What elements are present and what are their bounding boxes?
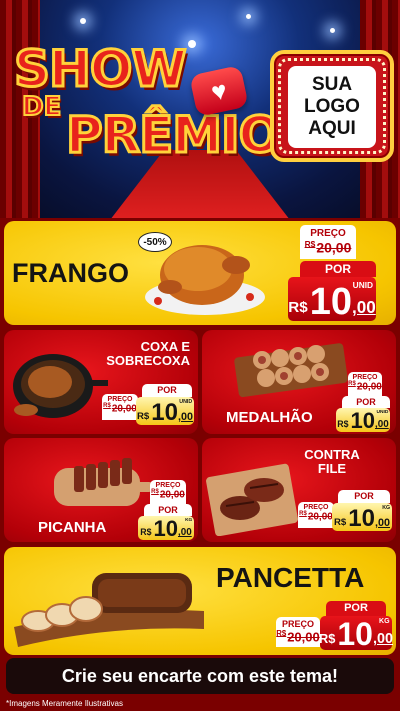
new-price: R$ 10,00 KG bbox=[138, 516, 194, 540]
light-sparkle bbox=[330, 28, 335, 33]
light-sparkle bbox=[188, 40, 196, 48]
discount-badge: -50% bbox=[138, 232, 172, 252]
por-label: POR bbox=[300, 261, 376, 277]
title-de: DE bbox=[21, 91, 62, 123]
contrafile-board-image bbox=[206, 463, 298, 536]
old-price-box: PREÇO R$20,00 bbox=[102, 394, 138, 420]
product-name: PANCETTA bbox=[216, 562, 365, 593]
old-price-box: PREÇO R$20,00 bbox=[300, 225, 356, 259]
por-label: POR bbox=[342, 396, 390, 408]
logo-placeholder[interactable]: SUA LOGO AQUI bbox=[270, 50, 394, 162]
product-card-frango[interactable]: FRANGO PREÇO R$20,00 POR R$ 10,00 UNID bbox=[4, 221, 396, 325]
disclaimer-text: *Imagens Meramente Ilustrativas bbox=[6, 699, 123, 708]
product-name: COXA E SOBRECOXA bbox=[106, 339, 190, 368]
por-label: POR bbox=[338, 490, 390, 503]
cta-text: Crie seu encarte com este tema! bbox=[61, 665, 339, 686]
medallion-skewers-image bbox=[234, 343, 348, 398]
old-price-box: PREÇO R$20,00 bbox=[298, 502, 334, 528]
old-price-box: PREÇO R$20,00 bbox=[348, 372, 382, 396]
pancetta-board-image bbox=[14, 573, 204, 647]
logo-text-line2: LOGO bbox=[304, 96, 360, 117]
por-label: POR bbox=[144, 504, 192, 516]
chicken-leg-pan-image bbox=[13, 354, 108, 418]
header-banner: SHOW DE PRÊMIOS ♥ SUA LOGO AQUI bbox=[0, 0, 400, 218]
product-card-medalhao[interactable]: MEDALHÃO PREÇO R$20,00 POR R$ 10,00 UNID bbox=[202, 330, 396, 434]
light-sparkle bbox=[246, 14, 251, 19]
product-name: PICANHA bbox=[38, 519, 107, 536]
new-price: R$ 10,00 UNID bbox=[136, 397, 194, 426]
title-show: SHOW bbox=[13, 39, 189, 100]
new-price: R$ 10,00 UNID bbox=[288, 277, 376, 321]
por-label: POR bbox=[326, 601, 386, 616]
logo-text-line1: SUA bbox=[311, 74, 353, 95]
por-label: POR bbox=[142, 384, 192, 397]
product-card-pancetta[interactable]: PANCETTA PREÇO R$20,00 POR R$ 10,00 KG bbox=[4, 547, 396, 655]
cta-banner[interactable]: Crie seu encarte com este tema! bbox=[6, 658, 394, 694]
picanha-board-image bbox=[54, 458, 154, 506]
product-card-coxa[interactable]: COXA E SOBRECOXA PREÇO R$20,00 POR R$ 10,… bbox=[4, 330, 198, 434]
product-name: MEDALHÃO bbox=[226, 409, 313, 426]
new-price: R$ 10,00 UNID bbox=[336, 408, 390, 433]
new-price: R$ 10,00 KG bbox=[319, 616, 393, 652]
product-name: CONTRA FILE bbox=[304, 447, 360, 476]
old-price-box: PREÇO R$20,00 bbox=[276, 617, 320, 647]
product-name: FRANGO bbox=[12, 258, 129, 288]
light-sparkle bbox=[80, 18, 86, 24]
product-card-picanha[interactable]: PICANHA PREÇO R$20,00 POR R$ 10,00 KG bbox=[4, 438, 198, 542]
old-price-box: PREÇO R$20,00 bbox=[150, 480, 186, 504]
new-price: R$ 10,00 KG bbox=[332, 503, 392, 532]
logo-text-line3: AQUI bbox=[308, 118, 356, 139]
product-card-contrafile[interactable]: CONTRA FILE PREÇO R$20,00 POR R$ 10,00 KG bbox=[202, 438, 396, 542]
